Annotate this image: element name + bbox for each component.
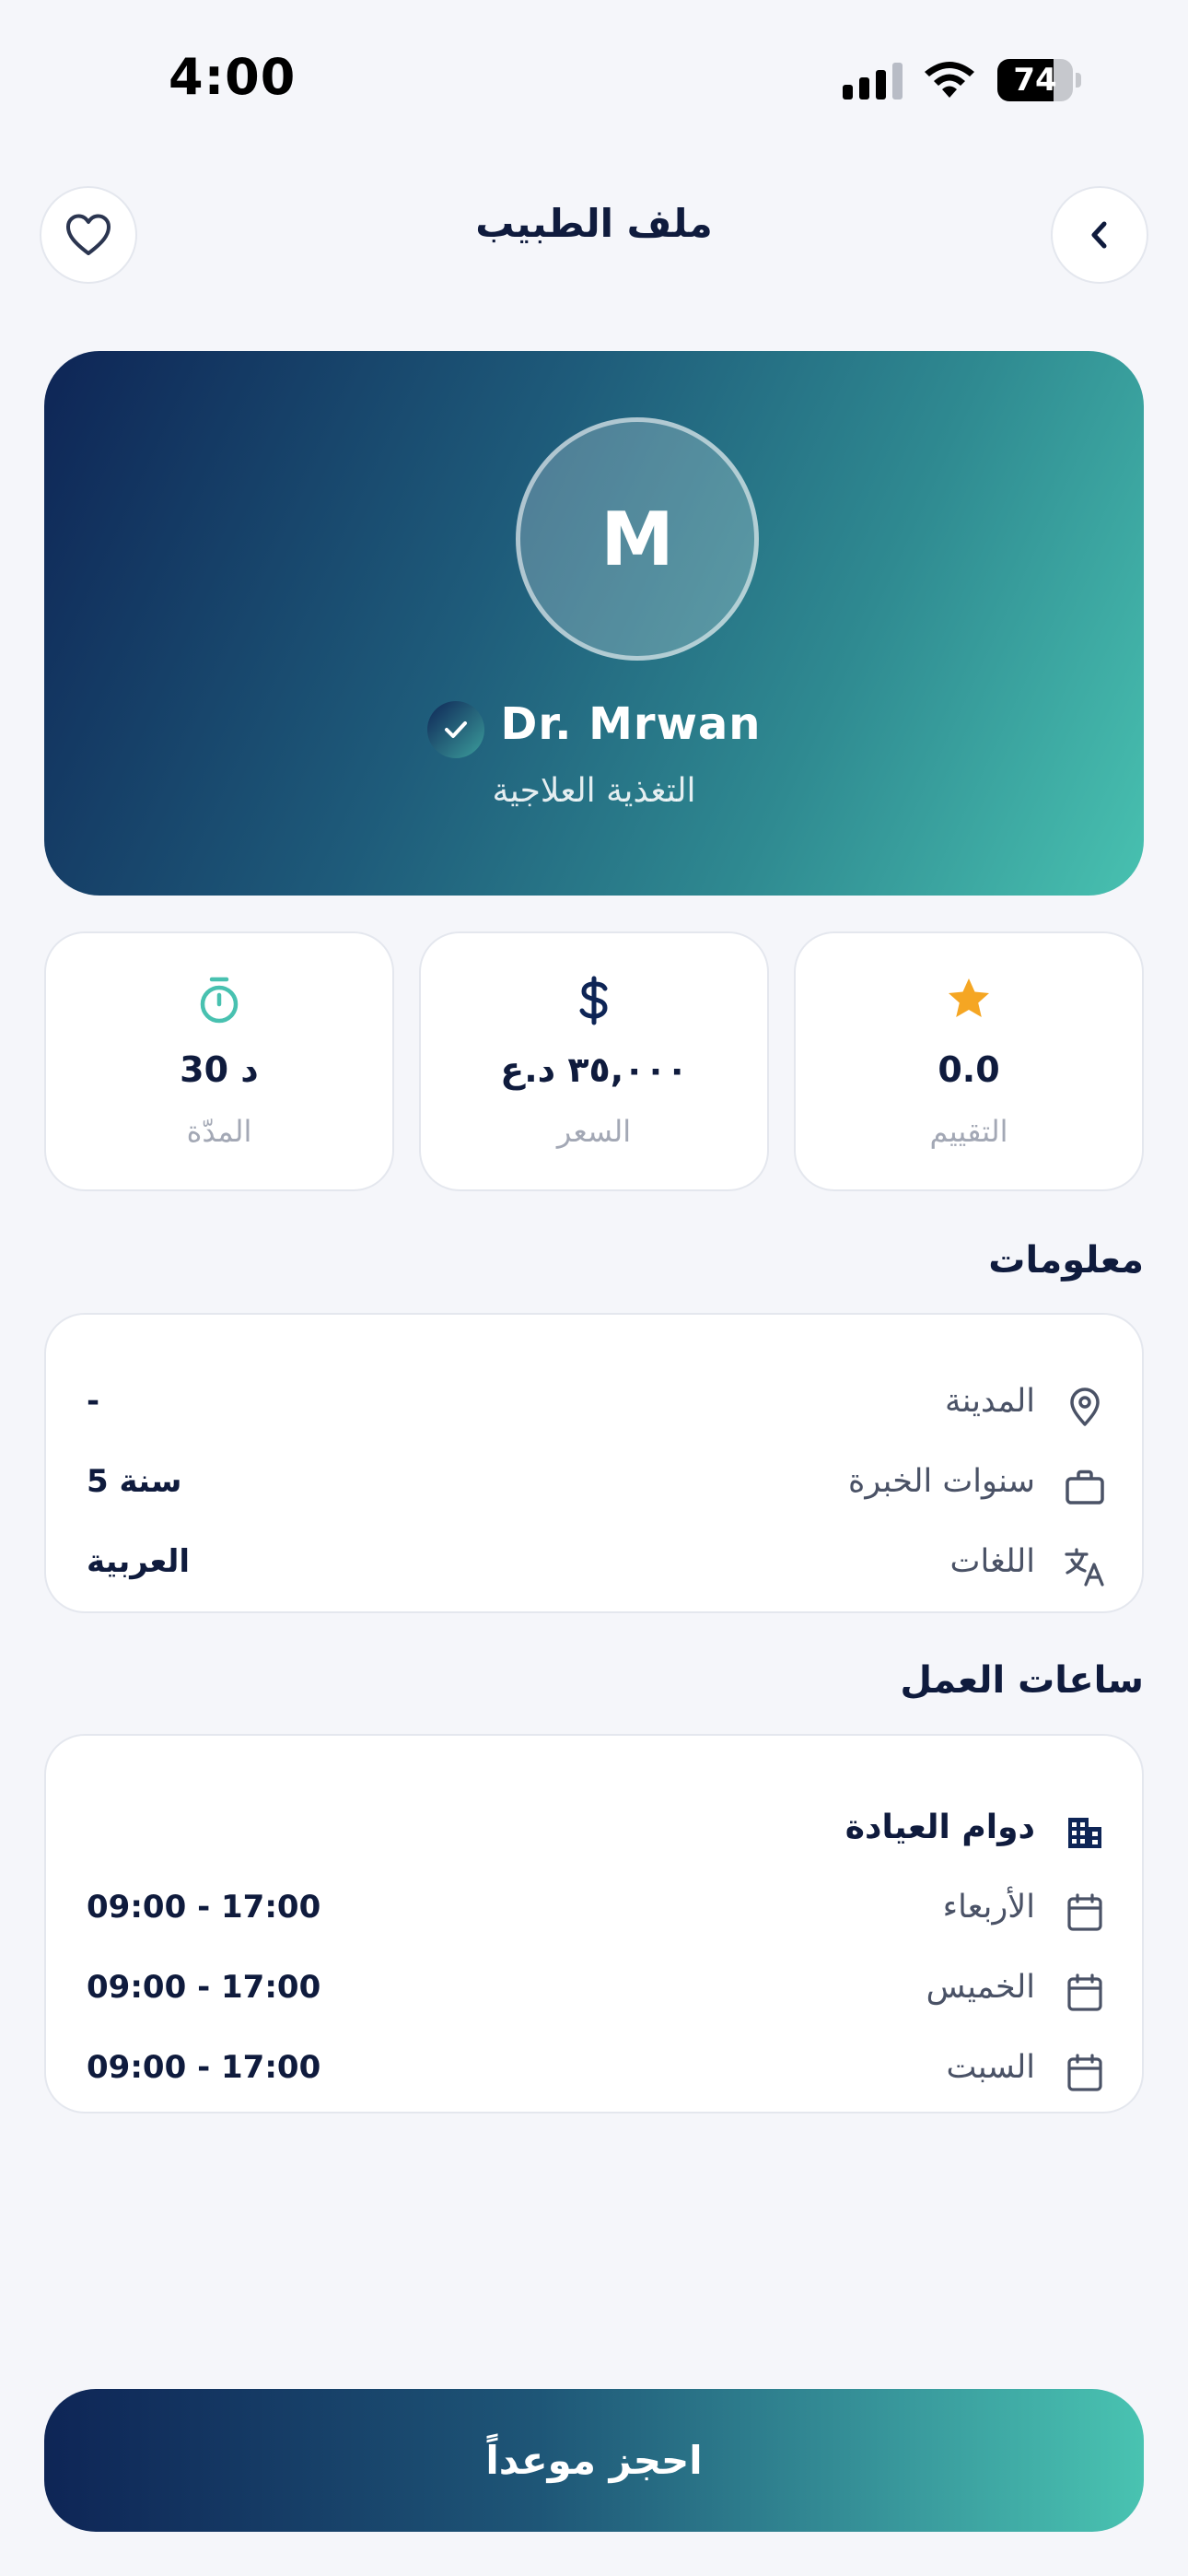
chevron-left-icon bbox=[1091, 221, 1107, 249]
schedule-day: السبت bbox=[946, 2049, 1035, 2086]
back-button[interactable] bbox=[1051, 186, 1148, 284]
doctor-name: Dr. Mrwan bbox=[500, 698, 762, 750]
price-stat-card: ٣٥,٠٠٠ د.ع السعر bbox=[419, 931, 769, 1191]
rating-label: التقييم bbox=[929, 1114, 1008, 1149]
schedule-row: الخميس 09:00 - 17:00 bbox=[46, 1965, 1146, 2020]
schedule-row: السبت 09:00 - 17:00 bbox=[46, 2045, 1146, 2101]
clinic-hours-row: دوام العيادة bbox=[46, 1805, 1146, 1860]
doctor-hero-card: M Dr. Mrwan التغذية العلاجية bbox=[44, 351, 1144, 896]
doctor-name-row: Dr. Mrwan bbox=[44, 690, 1144, 758]
check-badge-icon bbox=[426, 701, 484, 758]
info-card: المدينة - سنوات الخبرة 5 سنة اللغات العر… bbox=[44, 1313, 1144, 1613]
info-label: المدينة bbox=[944, 1383, 1035, 1420]
info-label: اللغات bbox=[949, 1543, 1035, 1580]
price-value: ٣٥,٠٠٠ د.ع bbox=[500, 1049, 688, 1090]
schedule-day: الخميس bbox=[926, 1969, 1035, 2006]
status-bar: 4:00 74 bbox=[0, 0, 1188, 157]
schedule-row: الأربعاء 09:00 - 17:00 bbox=[46, 1885, 1146, 1940]
calendar-icon bbox=[1063, 1891, 1107, 1935]
building-icon bbox=[1063, 1810, 1107, 1855]
doctor-specialty: التغذية العلاجية bbox=[492, 772, 696, 810]
info-value: - bbox=[87, 1383, 100, 1420]
duration-label: المدّة bbox=[186, 1114, 252, 1149]
info-value: 5 سنة bbox=[87, 1463, 182, 1500]
schedule-time: 09:00 - 17:00 bbox=[87, 1969, 321, 2006]
duration-stat-card: 30 د المدّة bbox=[44, 931, 394, 1191]
hours-section-title: ساعات العمل bbox=[900, 1659, 1144, 1702]
hours-card: دوام العيادة الأربعاء 09:00 - 17:00 الخم… bbox=[44, 1734, 1144, 2113]
info-row-languages: اللغات العربية bbox=[46, 1540, 1146, 1595]
schedule-time: 09:00 - 17:00 bbox=[87, 1889, 321, 1926]
book-appointment-button[interactable]: احجز موعداً bbox=[44, 2389, 1144, 2532]
star-icon bbox=[949, 978, 989, 1017]
wifi-icon bbox=[925, 62, 974, 98]
schedule-day: الأربعاء bbox=[942, 1889, 1035, 1926]
info-row-experience: سنوات الخبرة 5 سنة bbox=[46, 1459, 1146, 1515]
clinic-hours-label: دوام العيادة bbox=[844, 1809, 1035, 1846]
briefcase-icon bbox=[1063, 1465, 1107, 1509]
location-pin-icon bbox=[1063, 1385, 1107, 1429]
rating-stat-card: 0.0 التقييم bbox=[794, 931, 1144, 1191]
duration-value: 30 د bbox=[180, 1049, 259, 1090]
rating-value: 0.0 bbox=[938, 1049, 1000, 1090]
status-time: 4:00 bbox=[169, 48, 297, 106]
page-title: ملف الطبيب bbox=[475, 201, 713, 246]
cellular-signal-icon bbox=[843, 63, 903, 100]
battery-indicator: 74 bbox=[997, 59, 1081, 101]
price-label: السعر bbox=[556, 1114, 632, 1149]
battery-level: 74 bbox=[1013, 62, 1057, 99]
calendar-icon bbox=[1063, 1971, 1107, 2015]
info-value: العربية bbox=[87, 1543, 191, 1580]
doctor-profile-screen: 4:00 74 ملف الطبيب M Dr. Mrwan التغذية ا… bbox=[0, 0, 1188, 2576]
info-label: سنوات الخبرة bbox=[848, 1463, 1035, 1500]
calendar-icon bbox=[1063, 2051, 1107, 2095]
info-row-city: المدينة - bbox=[46, 1379, 1146, 1434]
schedule-time: 09:00 - 17:00 bbox=[87, 2049, 321, 2086]
stopwatch-icon bbox=[200, 977, 239, 1024]
dollar-icon bbox=[579, 976, 608, 1025]
info-section-title: معلومات bbox=[988, 1239, 1144, 1282]
avatar: M bbox=[516, 417, 759, 661]
translate-icon bbox=[1063, 1545, 1107, 1589]
